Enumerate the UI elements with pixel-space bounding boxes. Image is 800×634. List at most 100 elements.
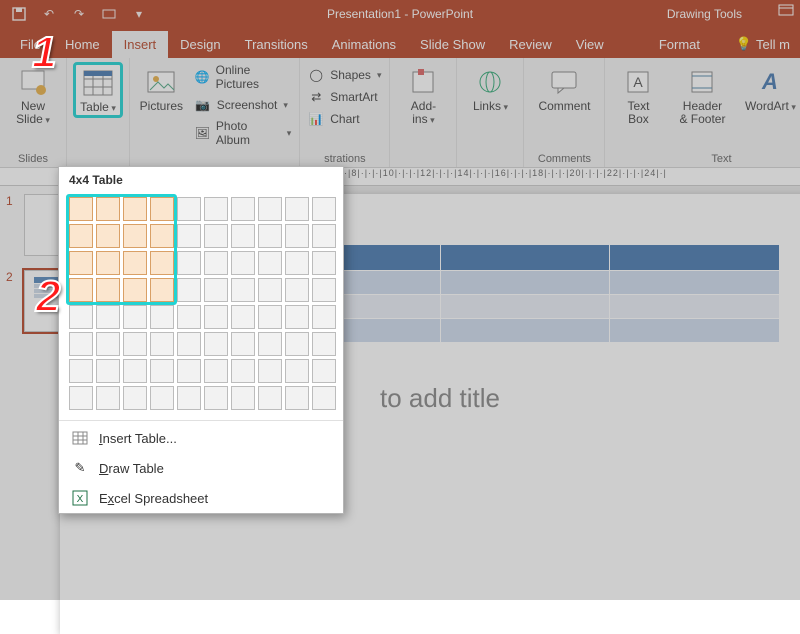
table-grid-cell[interactable] (258, 305, 282, 329)
table-grid-cell[interactable] (258, 224, 282, 248)
table-grid-cell[interactable] (231, 197, 255, 221)
table-grid-cell[interactable] (150, 386, 174, 410)
table-grid-cell[interactable] (231, 359, 255, 383)
table-grid-cell[interactable] (285, 359, 309, 383)
table-grid-cell[interactable] (231, 305, 255, 329)
table-grid-cell[interactable] (285, 251, 309, 275)
table-grid-cell[interactable] (123, 224, 147, 248)
table-grid-cell[interactable] (123, 332, 147, 356)
table-grid-cell[interactable] (312, 251, 336, 275)
addins-button[interactable]: Add- ins (398, 62, 448, 127)
table-grid-cell[interactable] (258, 197, 282, 221)
table-size-grid[interactable] (69, 197, 333, 410)
table-grid-cell[interactable] (312, 197, 336, 221)
photo-album-button[interactable]: 🖼Photo Album (195, 118, 292, 148)
table-grid-cell[interactable] (231, 251, 255, 275)
table-grid-cell[interactable] (312, 332, 336, 356)
table-grid-cell[interactable] (285, 332, 309, 356)
table-grid-cell[interactable] (150, 251, 174, 275)
ribbon-display-options-icon[interactable] (778, 4, 794, 16)
table-grid-cell[interactable] (150, 359, 174, 383)
table-grid-cell[interactable] (96, 332, 120, 356)
pictures-button[interactable]: Pictures (138, 62, 185, 113)
table-grid-cell[interactable] (204, 305, 228, 329)
tab-format[interactable]: Format (647, 31, 712, 58)
comment-button[interactable]: Comment (532, 62, 596, 113)
table-grid-cell[interactable] (69, 278, 93, 302)
table-grid-cell[interactable] (312, 305, 336, 329)
table-grid-cell[interactable] (312, 386, 336, 410)
smartart-button[interactable]: ⇄SmartArt (308, 88, 381, 106)
table-grid-cell[interactable] (96, 305, 120, 329)
table-grid-cell[interactable] (177, 251, 201, 275)
table-grid-cell[interactable] (231, 332, 255, 356)
table-grid-cell[interactable] (150, 197, 174, 221)
online-pictures-button[interactable]: 🌐Online Pictures (195, 62, 292, 92)
table-grid-cell[interactable] (69, 359, 93, 383)
headerfooter-button[interactable]: Header & Footer (673, 62, 731, 126)
table-grid-cell[interactable] (285, 224, 309, 248)
insert-table-menuitem[interactable]: Insert Table... (59, 423, 343, 453)
qat-customize-icon[interactable]: ▾ (128, 3, 150, 25)
tab-slideshow[interactable]: Slide Show (408, 31, 497, 58)
table-grid-cell[interactable] (231, 386, 255, 410)
table-grid-cell[interactable] (96, 386, 120, 410)
table-grid-cell[interactable] (204, 224, 228, 248)
start-from-beginning-icon[interactable] (98, 3, 120, 25)
table-grid-cell[interactable] (312, 224, 336, 248)
table-grid-cell[interactable] (96, 251, 120, 275)
table-grid-cell[interactable] (285, 278, 309, 302)
table-grid-cell[interactable] (285, 197, 309, 221)
table-grid-cell[interactable] (204, 332, 228, 356)
shapes-button[interactable]: ◯Shapes (308, 66, 381, 84)
table-grid-cell[interactable] (150, 332, 174, 356)
tab-animations[interactable]: Animations (320, 31, 408, 58)
table-grid-cell[interactable] (204, 251, 228, 275)
table-grid-cell[interactable] (123, 386, 147, 410)
table-grid-cell[interactable] (177, 332, 201, 356)
save-icon[interactable] (8, 3, 30, 25)
table-grid-cell[interactable] (150, 305, 174, 329)
table-grid-cell[interactable] (312, 278, 336, 302)
table-grid-cell[interactable] (69, 197, 93, 221)
table-grid-cell[interactable] (69, 305, 93, 329)
table-grid-cell[interactable] (96, 278, 120, 302)
table-grid-cell[interactable] (285, 386, 309, 410)
tab-design[interactable]: Design (168, 31, 232, 58)
table-grid-cell[interactable] (123, 251, 147, 275)
links-button[interactable]: Links (465, 62, 515, 114)
tab-insert[interactable]: Insert (112, 31, 169, 58)
table-grid-cell[interactable] (69, 386, 93, 410)
table-grid-cell[interactable] (231, 278, 255, 302)
draw-table-menuitem[interactable]: ✎ Draw Table (59, 453, 343, 483)
wordart-button[interactable]: A WordArt (741, 62, 799, 114)
table-grid-cell[interactable] (150, 224, 174, 248)
excel-spreadsheet-menuitem[interactable]: X Excel Spreadsheet (59, 483, 343, 513)
table-grid-cell[interactable] (204, 278, 228, 302)
table-grid-cell[interactable] (204, 386, 228, 410)
table-grid-cell[interactable] (177, 278, 201, 302)
redo-icon[interactable]: ↷ (68, 3, 90, 25)
table-grid-cell[interactable] (123, 197, 147, 221)
table-grid-cell[interactable] (177, 386, 201, 410)
table-button[interactable]: Table (73, 62, 123, 118)
table-grid-cell[interactable] (258, 251, 282, 275)
table-grid-cell[interactable] (123, 305, 147, 329)
tab-view[interactable]: View (564, 31, 616, 58)
tab-home[interactable]: Home (53, 31, 112, 58)
table-grid-cell[interactable] (285, 305, 309, 329)
undo-icon[interactable]: ↶ (38, 3, 60, 25)
table-grid-cell[interactable] (204, 359, 228, 383)
chart-button[interactable]: 📊Chart (308, 110, 381, 128)
table-grid-cell[interactable] (312, 359, 336, 383)
screenshot-button[interactable]: 📷Screenshot (195, 96, 292, 114)
table-grid-cell[interactable] (96, 224, 120, 248)
table-grid-cell[interactable] (177, 305, 201, 329)
table-grid-cell[interactable] (123, 278, 147, 302)
table-grid-cell[interactable] (69, 251, 93, 275)
table-grid-cell[interactable] (258, 332, 282, 356)
table-grid-cell[interactable] (231, 224, 255, 248)
table-grid-cell[interactable] (69, 224, 93, 248)
table-grid-cell[interactable] (177, 359, 201, 383)
table-grid-cell[interactable] (258, 278, 282, 302)
